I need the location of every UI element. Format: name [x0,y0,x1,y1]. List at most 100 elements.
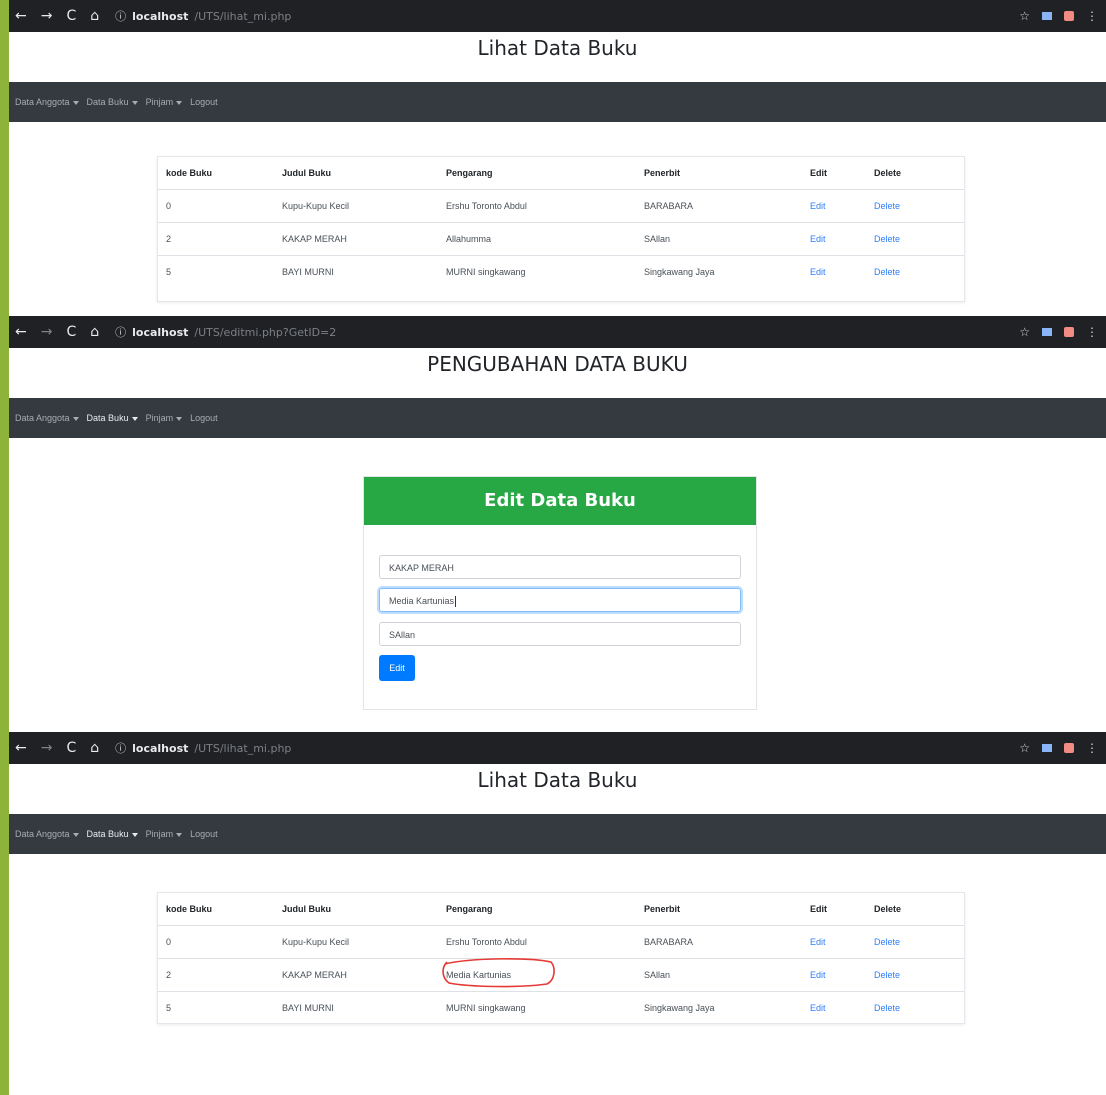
col-judul-buku: Judul Buku [282,168,331,178]
caret-down-icon [176,416,183,421]
nav-logout[interactable]: Logout [190,413,218,423]
cell-pengarang: MURNI singkawang [438,255,636,288]
profile-avatar[interactable] [1064,11,1074,21]
menu-icon[interactable]: ⋮ [1086,325,1098,339]
info-icon[interactable]: ⓘ [115,8,126,24]
table-row: 5 BAYI MURNI MURNI singkawang Singkawang… [158,255,964,288]
reload-icon[interactable]: C [66,740,76,756]
forward-icon[interactable]: → [41,740,53,756]
cell-kode: 5 [158,255,274,288]
caret-down-icon [72,832,79,837]
cell-penerbit: Singkawang Jaya [636,255,802,288]
col-judul-buku: Judul Buku [282,904,331,914]
cell-judul: BAYI MURNI [274,255,438,288]
edit-link[interactable]: Edit [810,201,826,211]
home-icon[interactable]: ⌂ [90,8,99,24]
table-row: 5 BAYI MURNI MURNI singkawang Singkawang… [158,991,964,1024]
browser-toolbar: ← → C ⌂ ⓘ localhost/UTS/lihat_mi.php ☆ ⋮ [9,732,1106,764]
nav-data-anggota[interactable]: Data Anggota [15,829,79,839]
address-bar[interactable]: ⓘ localhost/UTS/lihat_mi.php [115,740,291,756]
delete-link[interactable]: Delete [874,1003,900,1013]
reload-icon[interactable]: C [66,324,76,340]
home-icon[interactable]: ⌂ [90,324,99,340]
delete-link[interactable]: Delete [874,937,900,947]
table-row: 2 KAKAP MERAH Allahumma SAllan Edit Dele… [158,222,964,256]
book-table: kode Buku Judul Buku Pengarang Penerbit … [158,893,964,1024]
reload-icon[interactable]: C [66,8,76,24]
extension-icon[interactable] [1042,12,1052,20]
url-path: /UTS/editmi.php?GetID=2 [194,325,337,339]
url-host: localhost [132,741,189,755]
delete-link[interactable]: Delete [874,267,900,277]
cell-penerbit: BARABARA [636,189,802,223]
book-table-card: kode Buku Judul Buku Pengarang Penerbit … [157,892,965,1024]
col-penerbit: Penerbit [644,904,681,914]
nav-data-buku[interactable]: Data Buku [87,829,138,839]
navbar: Data Anggota Data Buku Pinjam Logout [9,814,1106,854]
caret-down-icon [176,832,183,837]
table-row: 2 KAKAP MERAH Media Kartunias SAllan Edi… [158,958,964,992]
col-edit: Edit [810,168,827,178]
edit-link[interactable]: Edit [810,970,826,980]
edit-submit-button[interactable]: Edit [379,655,415,681]
table-row: 0 Kupu-Kupu Kecil Ershu Toronto Abdul BA… [158,925,964,959]
penerbit-input[interactable]: SAllan [379,622,741,646]
info-icon[interactable]: ⓘ [115,740,126,756]
cell-judul: Kupu-Kupu Kecil [274,189,438,223]
delete-link[interactable]: Delete [874,970,900,980]
extension-icon[interactable] [1042,328,1052,336]
back-icon[interactable]: ← [15,8,27,24]
col-delete: Delete [874,168,902,178]
col-pengarang: Pengarang [446,904,493,914]
cell-judul: KAKAP MERAH [274,222,438,256]
info-icon[interactable]: ⓘ [115,324,126,340]
menu-icon[interactable]: ⋮ [1086,741,1098,755]
forward-icon[interactable]: → [41,324,53,340]
nav-logout[interactable]: Logout [190,829,218,839]
page-title: PENGUBAHAN DATA BUKU [427,352,688,376]
address-bar[interactable]: ⓘ localhost/UTS/lihat_mi.php [115,8,291,24]
judul-input[interactable]: KAKAP MERAH [379,555,741,579]
back-icon[interactable]: ← [15,740,27,756]
table-header-row: kode Buku Judul Buku Pengarang Penerbit … [158,157,964,190]
col-kode-buku: kode Buku [166,904,213,914]
url-path: /UTS/lihat_mi.php [194,9,292,23]
nav-pinjam[interactable]: Pinjam [146,97,183,107]
nav-data-buku[interactable]: Data Buku [87,97,138,107]
book-table-card: kode Buku Judul Buku Pengarang Penerbit … [157,156,965,302]
panel-lihat-before: ← → C ⌂ ⓘ localhost/UTS/lihat_mi.php ☆ ⋮… [9,0,1106,316]
forward-icon[interactable]: → [41,8,53,24]
caret-down-icon [131,100,138,105]
menu-icon[interactable]: ⋮ [1086,9,1098,23]
edit-link[interactable]: Edit [810,937,826,947]
extension-icon[interactable] [1042,744,1052,752]
cell-kode: 0 [158,189,274,223]
nav-data-buku[interactable]: Data Buku [87,413,138,423]
edit-link[interactable]: Edit [810,1003,826,1013]
nav-pinjam[interactable]: Pinjam [146,413,183,423]
star-icon[interactable]: ☆ [1019,325,1030,339]
cell-pengarang: Allahumma [438,222,636,256]
pengarang-input[interactable]: Media Kartunias [379,588,741,612]
profile-avatar[interactable] [1064,327,1074,337]
nav-data-anggota[interactable]: Data Anggota [15,413,79,423]
delete-link[interactable]: Delete [874,201,900,211]
nav-pinjam[interactable]: Pinjam [146,829,183,839]
nav-data-anggota[interactable]: Data Anggota [15,97,79,107]
profile-avatar[interactable] [1064,743,1074,753]
nav-logout[interactable]: Logout [190,97,218,107]
edit-link[interactable]: Edit [810,234,826,244]
col-pengarang: Pengarang [446,168,493,178]
star-icon[interactable]: ☆ [1019,741,1030,755]
browser-toolbar: ← → C ⌂ ⓘ localhost/UTS/lihat_mi.php ☆ ⋮ [9,0,1106,32]
home-icon[interactable]: ⌂ [90,740,99,756]
page-title: Lihat Data Buku [477,768,638,792]
col-penerbit: Penerbit [644,168,681,178]
cell-pengarang: MURNI singkawang [438,991,636,1024]
address-bar[interactable]: ⓘ localhost/UTS/editmi.php?GetID=2 [115,324,336,340]
edit-link[interactable]: Edit [810,267,826,277]
delete-link[interactable]: Delete [874,234,900,244]
panel-edit-form: ← → C ⌂ ⓘ localhost/UTS/editmi.php?GetID… [9,316,1106,732]
back-icon[interactable]: ← [15,324,27,340]
star-icon[interactable]: ☆ [1019,9,1030,23]
